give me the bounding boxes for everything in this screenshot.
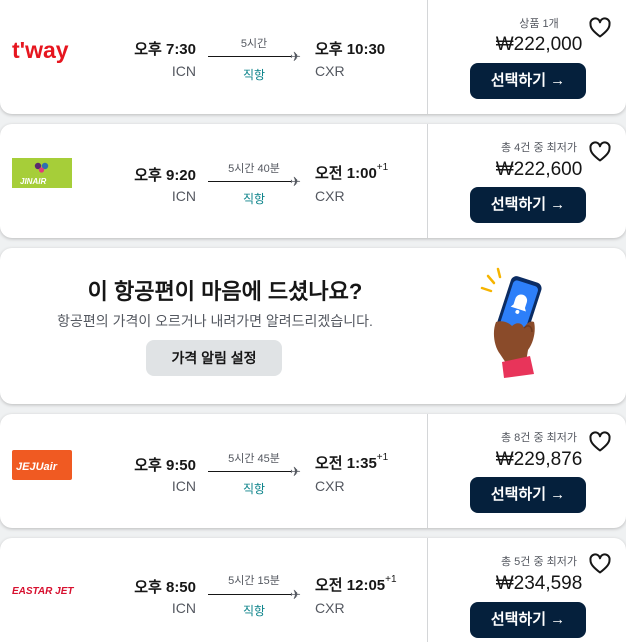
airline-logo-tway: t'way <box>12 36 76 69</box>
arrive-time: 오전 1:35+1 <box>315 452 389 472</box>
depart-airport-code: ICN <box>171 63 196 79</box>
arrive-time: 오전 12:05+1 <box>315 574 397 594</box>
price-column: 총 5건 중 최저가 ₩234,598 선택하기 → <box>427 538 626 642</box>
flight-info: JINAIR 오후 9:20 ICN 5시간 40분 ✈ 직항 오전 1:00+… <box>0 124 427 238</box>
price-alert-title: 이 항공편이 마음에 드셨나요? <box>87 279 363 304</box>
heart-icon[interactable] <box>588 552 612 576</box>
route-line <box>208 594 291 595</box>
airline-logo-text: t'way <box>12 37 69 63</box>
depart-airport-code: ICN <box>171 478 196 494</box>
flight-card[interactable]: EASTAR JET 오후 8:50 ICN 5시간 15분 ✈ 직항 오전 1… <box>0 538 626 642</box>
flight-duration: 5시간 40분 <box>228 163 280 175</box>
airline-logo-text: JEJUair <box>16 461 58 473</box>
select-button[interactable]: 선택하기 → <box>470 477 586 513</box>
route-line <box>208 56 291 57</box>
airline-logo-eastarjet: EASTAR JET <box>12 578 76 605</box>
depart-time: 오후 9:50 <box>134 457 196 474</box>
flight-card[interactable]: JINAIR 오후 9:20 ICN 5시간 40분 ✈ 직항 오전 1:00+… <box>0 124 626 238</box>
arrive-time: 오후 10:30 <box>315 41 386 58</box>
flight-duration: 5시간 45분 <box>228 453 280 465</box>
arrive-airport-code: CXR <box>315 63 345 79</box>
depart-time: 오후 9:20 <box>134 167 196 184</box>
stops-label: 직항 <box>242 482 266 496</box>
airline-logo-jinair: JINAIR <box>12 158 72 193</box>
depart-airport-code: ICN <box>171 600 196 616</box>
stops-label: 직항 <box>242 192 266 206</box>
heart-icon[interactable] <box>588 140 612 164</box>
route-line <box>208 181 291 182</box>
heart-icon[interactable] <box>588 430 612 454</box>
price-column: 총 8건 중 최저가 ₩229,876 선택하기 → <box>427 414 626 528</box>
price-column: 상품 1개 ₩222,000 선택하기 → <box>427 0 626 114</box>
plane-icon: ✈ <box>290 174 301 189</box>
flight-info: t'way 오후 7:30 ICN 5시간 ✈ 직항 오후 10:30 CXR <box>0 0 427 114</box>
airline-logo-jejuair: JEJUair <box>12 450 72 485</box>
select-button[interactable]: 선택하기 → <box>470 63 586 99</box>
arrive-airport-code: CXR <box>315 600 345 616</box>
heart-icon[interactable] <box>588 16 612 40</box>
price-column: 총 4건 중 최저가 ₩222,600 선택하기 → <box>427 124 626 238</box>
route-line <box>208 471 291 472</box>
phone-in-hand-illustration <box>480 267 542 378</box>
stops-label: 직항 <box>242 604 266 618</box>
arrive-airport-code: CXR <box>315 478 345 494</box>
flight-info: JEJUair 오후 9:50 ICN 5시간 45분 ✈ 직항 오전 1:35… <box>0 414 427 528</box>
select-button[interactable]: 선택하기 → <box>470 187 586 223</box>
depart-airport-code: ICN <box>171 188 196 204</box>
plane-icon: ✈ <box>290 587 301 602</box>
arrive-time: 오전 1:00+1 <box>315 162 389 182</box>
airline-logo-text: JINAIR <box>20 177 46 186</box>
depart-time: 오후 7:30 <box>134 41 196 58</box>
select-button[interactable]: 선택하기 → <box>470 602 586 638</box>
plane-icon: ✈ <box>290 464 301 479</box>
depart-time: 오후 8:50 <box>134 579 196 596</box>
flight-card[interactable]: t'way 오후 7:30 ICN 5시간 ✈ 직항 오후 10:30 CXR … <box>0 0 626 114</box>
flight-duration: 5시간 15분 <box>228 575 280 587</box>
price-alert-description: 항공편의 가격이 오르거나 내려가면 알려드리겠습니다. <box>57 313 373 329</box>
plane-icon: ✈ <box>290 49 301 64</box>
airline-logo-text: EASTAR JET <box>12 586 74 597</box>
price-alert-button[interactable]: 가격 알림 설정 <box>146 340 282 376</box>
flight-card[interactable]: JEJUair 오후 9:50 ICN 5시간 45분 ✈ 직항 오전 1:35… <box>0 414 626 528</box>
flight-info: EASTAR JET 오후 8:50 ICN 5시간 15분 ✈ 직항 오전 1… <box>0 538 427 642</box>
flight-duration: 5시간 <box>240 38 268 50</box>
stops-label: 직항 <box>242 68 266 82</box>
arrive-airport-code: CXR <box>315 188 345 204</box>
price: ₩234,598 <box>495 573 583 594</box>
